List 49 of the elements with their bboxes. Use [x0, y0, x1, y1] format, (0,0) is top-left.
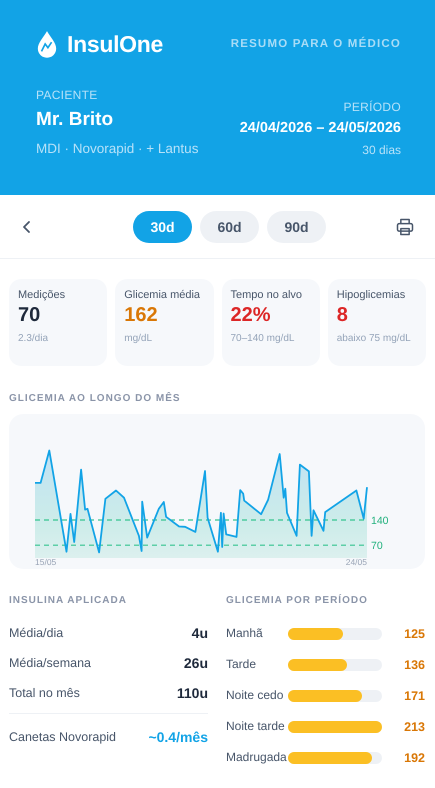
- stat-value: 22%: [230, 304, 272, 327]
- period-name: Madrugada: [226, 750, 286, 765]
- insulin-value: 110u: [176, 685, 208, 701]
- stat-note: mg/dL: [124, 332, 154, 345]
- period-name: Noite tarde: [226, 719, 286, 734]
- therapy-text: MDI · Novorapid · + Lantus: [36, 141, 198, 156]
- insulin-value: 26u: [184, 655, 208, 671]
- pens-value: ~0.4/mês: [148, 729, 208, 745]
- period-days: 30 dias: [362, 143, 401, 157]
- period-name: Manhã: [226, 626, 264, 641]
- period-label: PERÍODO: [344, 100, 401, 114]
- patient-name: Mr. Brito: [36, 109, 114, 131]
- period-name: Tarde: [226, 657, 258, 672]
- stat-note: abaixo 75 mg/dL: [336, 332, 412, 345]
- target-label: 70: [371, 540, 383, 552]
- stat-note: 70–140 mg/dL: [230, 332, 296, 345]
- report-subtitle: RESUMO PARA O MÉDICO: [230, 38, 401, 50]
- period-value: 192: [403, 750, 425, 764]
- range-tab[interactable]: 90d: [267, 210, 326, 242]
- target-label: 140: [371, 515, 389, 527]
- drop-logo-icon: [36, 30, 58, 58]
- section-title: GLICEMIA AO LONGO DO MÊS: [9, 393, 182, 404]
- stat-value: 8: [336, 304, 349, 327]
- period-value: 171: [403, 688, 425, 702]
- insulin-label: Total no mês: [9, 686, 80, 700]
- stat-label: Tempo no alvo: [230, 289, 304, 301]
- pens-label: Canetas Novorapid: [9, 730, 116, 744]
- stat-label: Glicemia média: [124, 289, 202, 301]
- insulin-value: 4u: [192, 625, 208, 641]
- period-range: 24/04/2026 – 24/05/2026: [240, 120, 401, 136]
- brand-name: InsulOne: [67, 30, 164, 58]
- stat-note: 2.3/dia: [18, 332, 50, 345]
- print-icon: [395, 216, 415, 236]
- stat-label: Medições: [18, 289, 66, 301]
- patient-label: PACIENTE: [36, 88, 99, 102]
- stat-label: Hipoglicemias: [336, 289, 406, 301]
- section-title: GLICEMIA POR PERÍODO: [226, 595, 369, 606]
- stat-value: 70: [18, 304, 42, 327]
- axis-label: 24/05: [346, 557, 367, 567]
- range-tab[interactable]: 60d: [200, 210, 259, 242]
- period-value: 125: [403, 626, 425, 640]
- insulin-label: Média/dia: [9, 626, 64, 640]
- insulin-label: Média/semana: [9, 656, 91, 670]
- axis-label: 15/05: [35, 557, 56, 567]
- period-value: 136: [403, 658, 425, 672]
- stat-value: 162: [124, 304, 159, 327]
- period-value: 213: [403, 720, 425, 734]
- section-title: INSULINA APLICADA: [9, 595, 128, 606]
- period-name: Noite cedo: [226, 688, 284, 703]
